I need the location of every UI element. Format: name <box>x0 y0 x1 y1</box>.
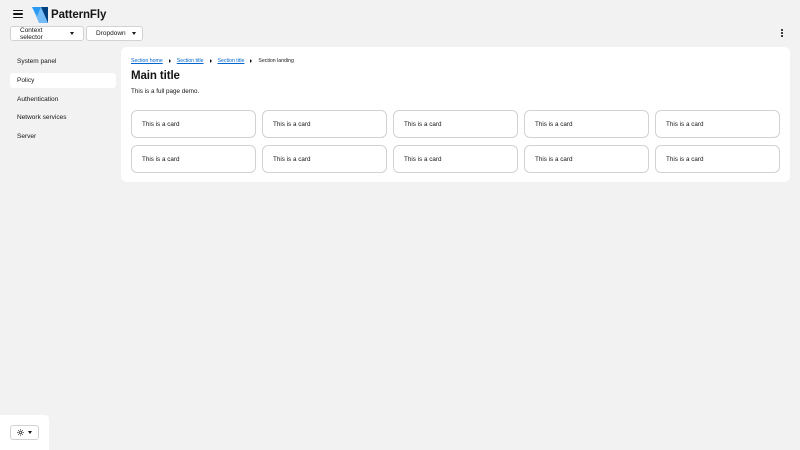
card-text: This is a card <box>404 120 442 128</box>
card[interactable]: This is a card <box>524 145 649 173</box>
dropdown-button[interactable]: Dropdown <box>86 26 143 41</box>
card-text: This is a card <box>404 155 442 163</box>
sidebar-item-server[interactable]: Server <box>10 129 116 144</box>
card[interactable]: This is a card <box>655 145 780 173</box>
context-selector-button[interactable]: Context selector <box>10 26 84 41</box>
kebab-icon[interactable] <box>778 28 786 38</box>
card[interactable]: This is a card <box>131 145 256 173</box>
breadcrumb-link-section-title[interactable]: Section title <box>177 58 204 64</box>
card[interactable]: This is a card <box>262 110 387 138</box>
brand-name: PatternFly <box>51 9 107 21</box>
card[interactable]: This is a card <box>524 110 649 138</box>
caret-down-icon <box>28 431 32 434</box>
card-text: This is a card <box>666 120 704 128</box>
page-title: Main title <box>131 70 180 82</box>
card[interactable]: This is a card <box>393 110 518 138</box>
hamburger-icon[interactable] <box>11 7 25 21</box>
sidebar-item-policy[interactable]: Policy <box>10 73 116 88</box>
sidebar-item-authentication[interactable]: Authentication <box>10 92 116 107</box>
card-text: This is a card <box>666 155 704 163</box>
brand[interactable]: PatternFly <box>32 6 106 24</box>
card-text: This is a card <box>273 155 311 163</box>
context-selector-label: Context selector <box>20 26 43 41</box>
theme-toggle-button[interactable] <box>10 425 39 440</box>
breadcrumb-current: Section landing <box>258 58 294 64</box>
sidebar-item-label: Network services <box>17 114 67 121</box>
angle-right-icon <box>168 59 171 63</box>
angle-right-icon <box>209 59 212 63</box>
card[interactable]: This is a card <box>262 145 387 173</box>
caret-down-icon <box>70 32 74 35</box>
angle-right-icon <box>250 59 253 63</box>
card[interactable]: This is a card <box>655 110 780 138</box>
sun-icon <box>17 429 24 436</box>
sidebar-item-label: Authentication <box>17 96 59 103</box>
card-text: This is a card <box>142 120 180 128</box>
patternfly-logo-icon <box>32 7 48 23</box>
sidebar-item-system-panel[interactable]: System panel <box>10 54 116 69</box>
card-text: This is a card <box>535 155 573 163</box>
dropdown-label: Dropdown <box>96 30 126 37</box>
page-description: This is a full page demo. <box>131 88 200 95</box>
breadcrumb: Section home Section title Section title… <box>131 57 294 65</box>
breadcrumb-link-section-home[interactable]: Section home <box>131 58 163 64</box>
sidebar-item-label: Policy <box>17 77 35 84</box>
breadcrumb-link-section-title[interactable]: Section title <box>218 58 245 64</box>
card[interactable]: This is a card <box>131 110 256 138</box>
card-text: This is a card <box>142 155 180 163</box>
card-text: This is a card <box>273 120 311 128</box>
sidebar-item-label: System panel <box>17 58 57 65</box>
caret-down-icon <box>131 32 136 35</box>
masthead: PatternFly Context selector Dropdown <box>0 0 800 46</box>
card[interactable]: This is a card <box>393 145 518 173</box>
sidebar-item-label: Server <box>17 133 37 140</box>
card-text: This is a card <box>535 120 573 128</box>
sidebar-item-network-services[interactable]: Network services <box>10 110 116 125</box>
theme-panel <box>0 415 49 450</box>
main-content: Section home Section title Section title… <box>121 47 790 182</box>
